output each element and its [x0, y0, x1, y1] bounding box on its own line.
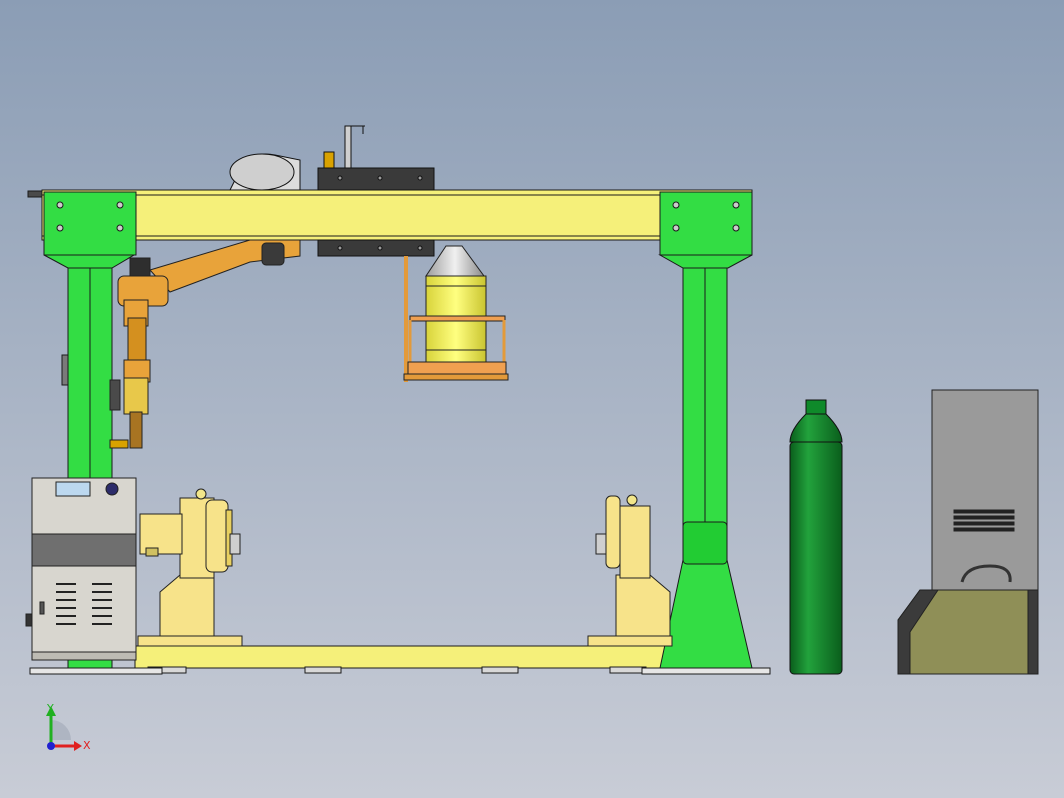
- left-floor-plate: [29, 667, 163, 675]
- top-beam: [41, 189, 753, 241]
- z-axis-marker: [47, 742, 55, 750]
- x-axis-label: X: [83, 739, 91, 752]
- right-floor-plate: [641, 667, 771, 675]
- right-column-panel: [682, 521, 728, 565]
- basket-rim: [409, 315, 506, 322]
- welding-power-source: [25, 477, 137, 661]
- viewport-background: [0, 0, 1064, 798]
- welding-cell-model: X Y: [0, 0, 1064, 798]
- y-axis-label: Y: [46, 702, 54, 715]
- power-source-display: [55, 481, 91, 497]
- welding-torch: [129, 411, 143, 449]
- cad-viewport[interactable]: X Y: [0, 0, 1064, 798]
- base-foot-2: [304, 666, 342, 674]
- power-source-knob: [105, 482, 119, 496]
- gas-cylinder: [789, 399, 843, 675]
- base-rail: [134, 645, 666, 669]
- base-foot-4: [609, 666, 647, 674]
- base-foot-3: [481, 666, 519, 674]
